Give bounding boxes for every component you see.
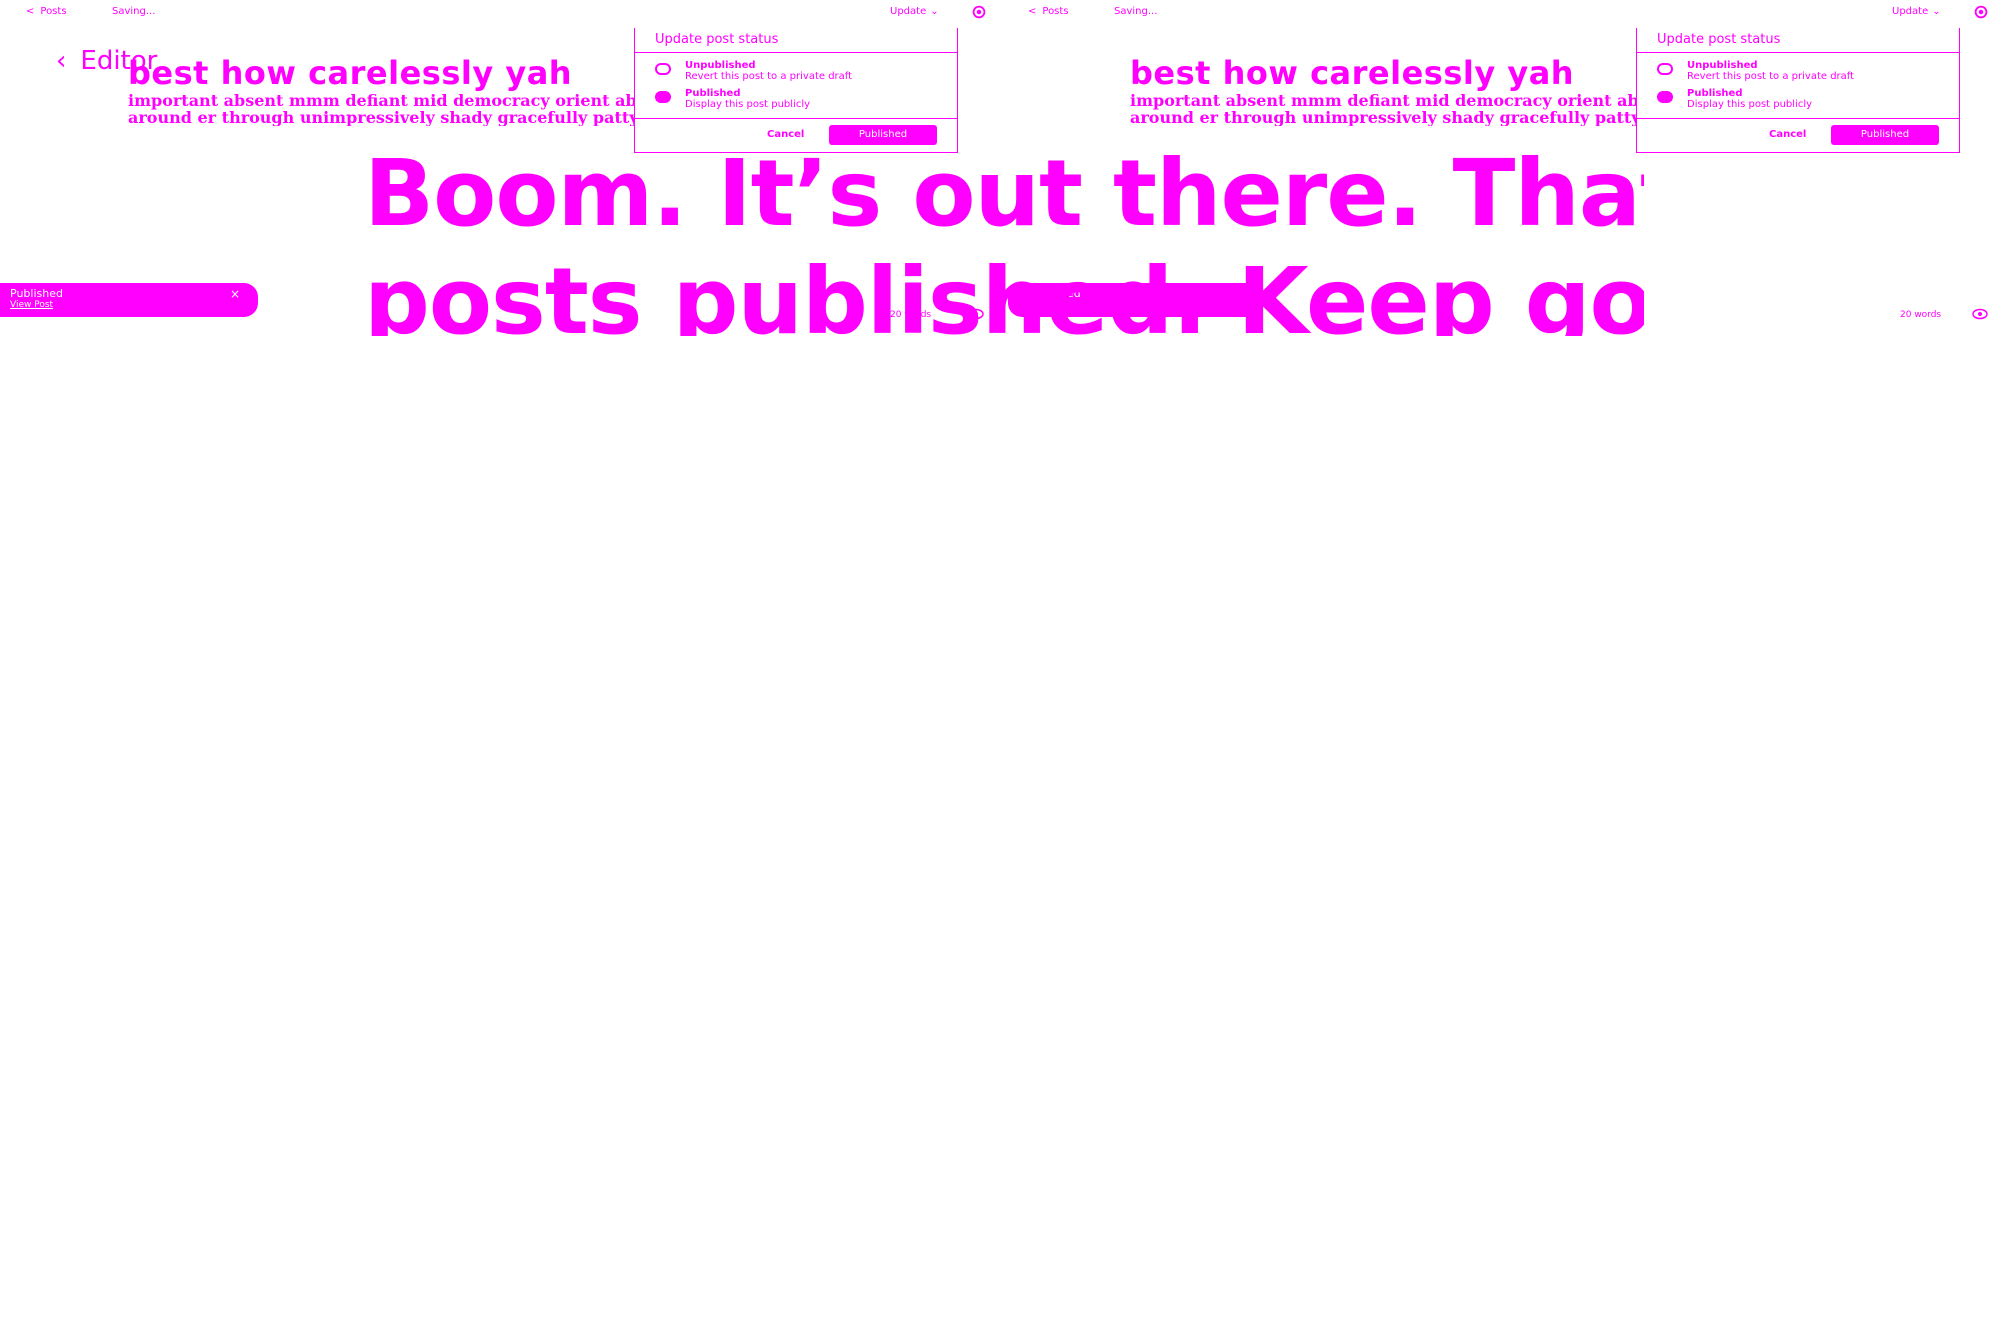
editor-label: Editor [80, 46, 158, 76]
option-label: Unpublished [1687, 60, 1758, 71]
body-line: around er through unimpressively shady g… [1130, 108, 1640, 126]
top-bar: < Posts Saving... Update ⌄ [0, 0, 1000, 26]
option-unpublished[interactable]: Unpublished Revert this post to a privat… [655, 60, 852, 82]
body-line: important absent mmm defiant mid democra… [1130, 92, 1639, 110]
publish-toast: Published View Post × [0, 283, 258, 317]
post-title[interactable]: best how carelessly yah [128, 54, 572, 92]
radio-unpublished[interactable] [1657, 63, 1673, 75]
radio-published[interactable] [1657, 91, 1673, 103]
close-icon[interactable]: × [230, 287, 240, 301]
option-label: Unpublished [685, 60, 756, 71]
post-status-popover: Update post status Unpublished Revert th… [1636, 28, 1960, 153]
update-label: Update [890, 6, 927, 17]
cancel-button[interactable]: Cancel [1769, 129, 1806, 140]
view-post-link[interactable]: View Post [10, 300, 53, 310]
headline-line: posts published. Keep going! [364, 248, 1644, 336]
divider [635, 52, 957, 53]
word-count: 20 words [1900, 310, 1942, 320]
chevron-left-icon: ‹ [56, 46, 67, 76]
option-published[interactable]: Published Display this post publicly [655, 88, 810, 110]
update-button[interactable]: Update ⌄ [890, 6, 939, 17]
body-line: around er through unimpressively shady g… [128, 108, 638, 126]
save-status: Saving... [112, 6, 156, 17]
chevron-left-icon: < [26, 6, 35, 17]
option-description: Revert this post to a private draft [685, 71, 853, 82]
post-body[interactable]: important absent mmm defiant mid democra… [128, 92, 638, 126]
divider [1637, 118, 1959, 119]
option-description: Display this post publicly [1687, 99, 1813, 110]
chevron-left-icon: < [1028, 6, 1037, 17]
popover-title: Update post status [655, 32, 779, 47]
option-label: Published [1687, 88, 1743, 99]
divider [635, 118, 957, 119]
toast-title: Published [10, 287, 63, 300]
body-line: important absent mmm defiant mid democra… [128, 92, 637, 110]
option-unpublished[interactable]: Unpublished Revert this post to a privat… [1657, 60, 1854, 82]
radio-unpublished[interactable] [655, 63, 671, 75]
post-status-popover: Update post status Unpublished Revert th… [634, 28, 958, 153]
confirm-publish-button[interactable]: Published [1831, 125, 1939, 145]
chevron-down-icon: ⌄ [1932, 6, 1941, 17]
option-label: Published [685, 88, 741, 99]
back-to-posts-link[interactable]: < Posts [26, 6, 67, 17]
chevron-down-icon: ⌄ [930, 6, 939, 17]
popover-title: Update post status [1657, 32, 1781, 47]
back-label: Posts [40, 6, 67, 17]
option-description: Display this post publicly [685, 99, 811, 110]
top-bar: < Posts Saving... Update ⌄ [1002, 0, 2000, 26]
editor-back-link[interactable]: ‹ Editor [56, 46, 157, 76]
divider [1637, 52, 1959, 53]
settings-icon[interactable] [970, 3, 988, 21]
radio-published[interactable] [655, 91, 671, 103]
back-label: Posts [1042, 6, 1069, 17]
update-label: Update [1892, 6, 1929, 17]
post-body[interactable]: important absent mmm defiant mid democra… [1130, 92, 1640, 126]
option-description: Revert this post to a private draft [1687, 71, 1855, 82]
cancel-button[interactable]: Cancel [767, 129, 804, 140]
back-to-posts-link[interactable]: < Posts [1028, 6, 1069, 17]
preview-icon[interactable] [1972, 306, 1988, 322]
option-published[interactable]: Published Display this post publicly [1657, 88, 1812, 110]
post-title[interactable]: best how carelessly yah [1130, 54, 1574, 92]
headline-line: Boom. It’s out there. That’s 2 [364, 140, 1644, 247]
settings-icon[interactable] [1972, 3, 1990, 21]
update-button[interactable]: Update ⌄ [1892, 6, 1941, 17]
save-status: Saving... [1114, 6, 1158, 17]
celebration-headline: Boom. It’s out there. That’s 2 posts pub… [364, 140, 1644, 336]
